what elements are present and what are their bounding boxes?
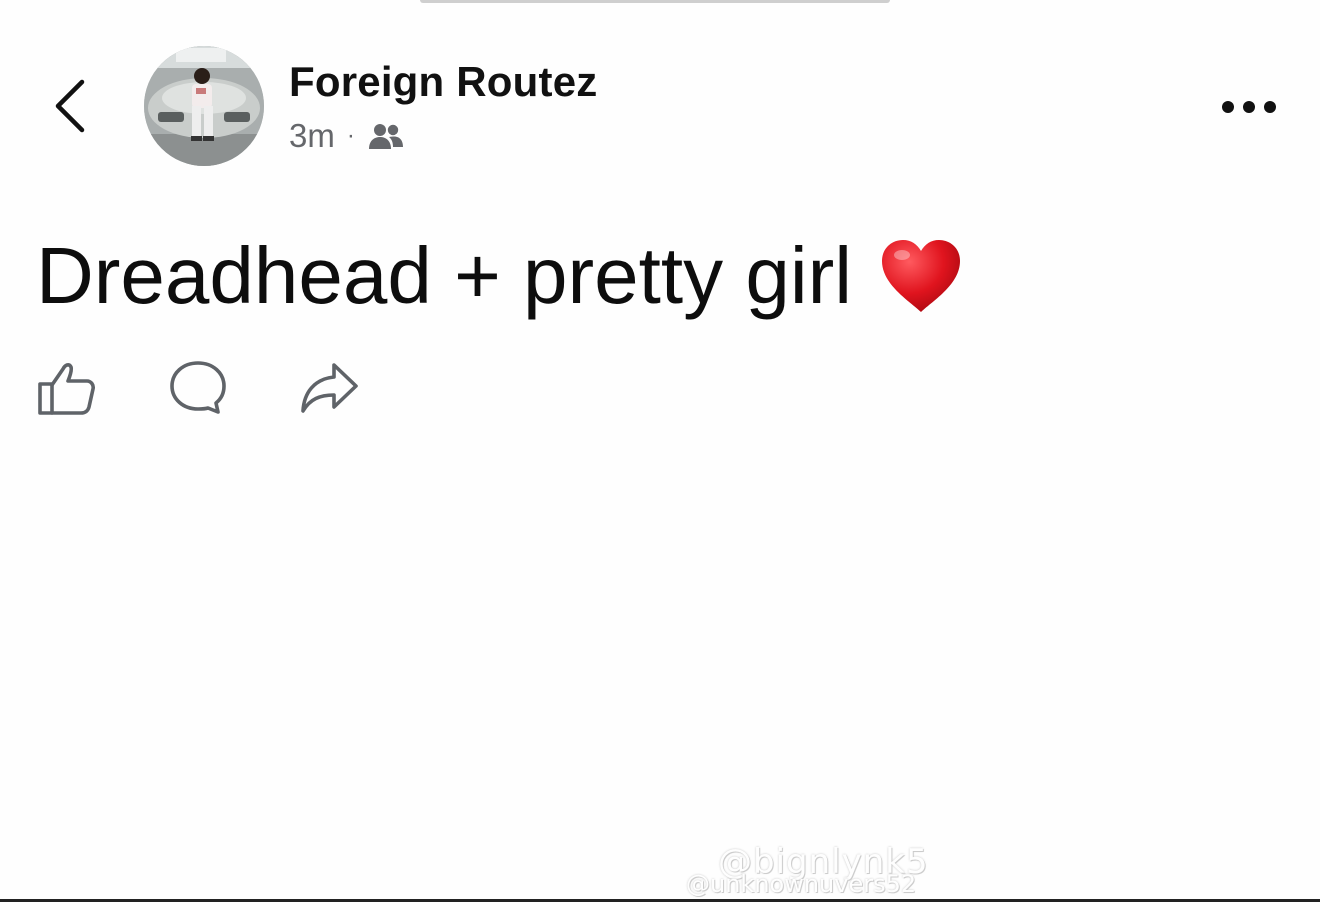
post-timestamp[interactable]: 3m xyxy=(289,117,335,155)
comment-icon xyxy=(170,361,226,414)
more-options-button[interactable] xyxy=(1214,90,1284,124)
like-icon xyxy=(38,363,95,415)
tiktok-watermark: @bignlynk5 @unknownuvers52 xyxy=(660,842,1000,898)
watermark-handle-secondary: @unknownuvers52 xyxy=(686,870,917,898)
back-button[interactable] xyxy=(50,76,90,136)
chevron-left-icon xyxy=(55,79,85,133)
avatar[interactable] xyxy=(144,46,264,166)
author-name[interactable]: Foreign Routez xyxy=(289,58,597,106)
red-heart-icon xyxy=(878,236,964,316)
post-body: Dreadhead + pretty girl xyxy=(36,230,964,322)
post-screen: Foreign Routez 3m · Dreadhead + pretty g… xyxy=(0,0,1320,902)
share-icon xyxy=(301,363,358,413)
meta-separator: · xyxy=(346,122,355,149)
like-button[interactable] xyxy=(34,356,98,418)
more-horizontal-icon xyxy=(1222,101,1276,113)
post-text: Dreadhead + pretty girl xyxy=(36,231,853,320)
share-button[interactable] xyxy=(297,356,361,418)
friends-icon[interactable] xyxy=(367,121,405,151)
avatar-photo xyxy=(144,46,264,166)
top-divider xyxy=(420,0,890,3)
comment-button[interactable] xyxy=(166,356,230,418)
post-meta: 3m · xyxy=(289,116,405,156)
